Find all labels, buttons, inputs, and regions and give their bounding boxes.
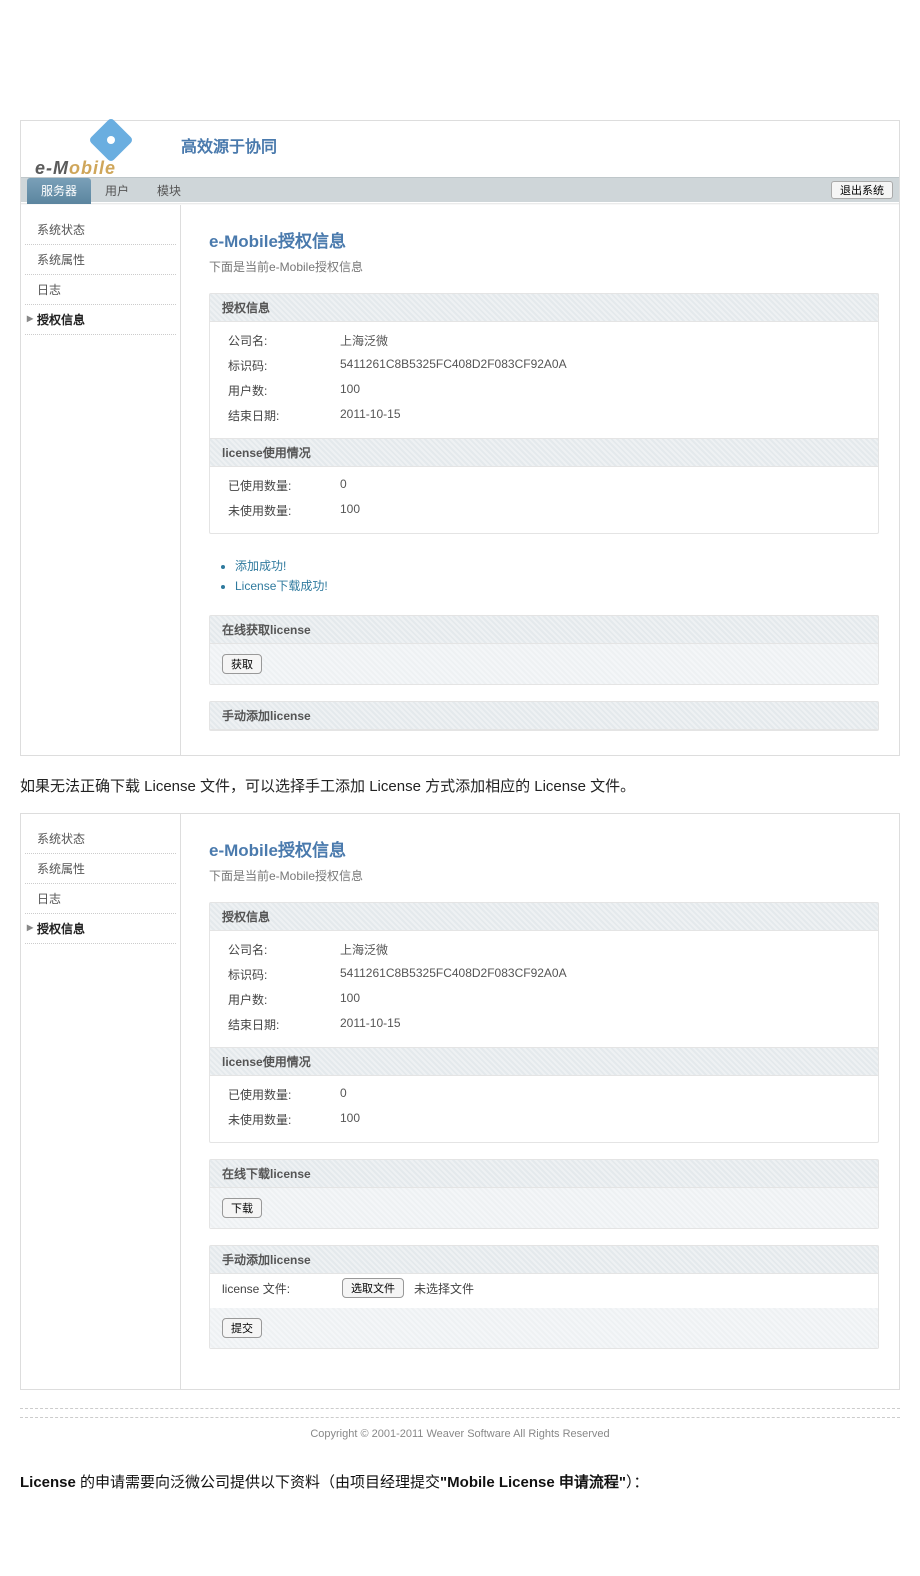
- unused-value-2: 100: [340, 1111, 360, 1128]
- sidebar-item-license-2[interactable]: 授权信息: [25, 914, 176, 944]
- get-button[interactable]: 获取: [222, 654, 262, 674]
- sidebar: 系统状态 系统属性 日志 授权信息: [21, 205, 181, 755]
- manual-add-panel-1: 手动添加license: [209, 701, 879, 731]
- sidebar-item-status[interactable]: 系统状态: [25, 215, 176, 245]
- submit-button[interactable]: 提交: [222, 1318, 262, 1338]
- section-head-license: 授权信息: [210, 294, 878, 322]
- license-info-panel-2: 授权信息 公司名:上海泛微 标识码:5411261C8B5325FC408D2F…: [209, 902, 879, 1143]
- idcode-value: 5411261C8B5325FC408D2F083CF92A0A: [340, 357, 567, 374]
- footer-copyright: Copyright © 2001-2011 Weaver Software Al…: [20, 1417, 900, 1450]
- page-subtitle: 下面是当前e-Mobile授权信息: [209, 258, 879, 275]
- tagline: 高效源于协同: [181, 133, 277, 157]
- sidebar-item-log[interactable]: 日志: [25, 275, 176, 305]
- users-label-2: 用户数:: [210, 991, 340, 1008]
- app-header: e-Mobile 高效源于协同: [21, 121, 899, 177]
- company-value-2: 上海泛微: [340, 941, 388, 958]
- manual-add-panel-2: 手动添加license license 文件: 选取文件 未选择文件 提交: [209, 1245, 879, 1349]
- used-label-2: 已使用数量:: [210, 1086, 340, 1103]
- section-head-usage-2: license使用情况: [210, 1047, 878, 1076]
- tab-module[interactable]: 模块: [143, 178, 195, 204]
- tab-user[interactable]: 用户: [91, 178, 143, 204]
- page-title-2: e-Mobile授权信息: [209, 836, 879, 861]
- company-label-2: 公司名:: [210, 941, 340, 958]
- logo: e-Mobile: [35, 124, 127, 179]
- top-tabs: 服务器 用户 模块 退出系统: [21, 177, 899, 203]
- unused-label-2: 未使用数量:: [210, 1111, 340, 1128]
- doc-paragraph-1: 如果无法正确下载 License 文件，可以选择手工添加 License 方式添…: [20, 774, 900, 800]
- app-screenshot-2: 系统状态 系统属性 日志 授权信息 e-Mobile授权信息 下面是当前e-Mo…: [20, 813, 900, 1390]
- logout-button[interactable]: 退出系统: [831, 181, 893, 199]
- unused-value: 100: [340, 502, 360, 519]
- section-head-license-2: 授权信息: [210, 903, 878, 931]
- sidebar-item-props-2[interactable]: 系统属性: [25, 854, 176, 884]
- enddate-value: 2011-10-15: [340, 407, 401, 424]
- used-value: 0: [340, 477, 347, 494]
- used-value-2: 0: [340, 1086, 347, 1103]
- logo-text-prefix: e-M: [35, 158, 69, 178]
- users-value-2: 100: [340, 991, 360, 1008]
- company-label: 公司名:: [210, 332, 340, 349]
- users-label: 用户数:: [210, 382, 340, 399]
- status-messages: 添加成功! License下载成功!: [209, 550, 879, 607]
- content-area-2: e-Mobile授权信息 下面是当前e-Mobile授权信息 授权信息 公司名:…: [181, 814, 899, 1389]
- manual-add-head-2: 手动添加license: [210, 1246, 878, 1274]
- sidebar-item-status-2[interactable]: 系统状态: [25, 824, 176, 854]
- status-msg-1: 添加成功!: [235, 556, 875, 576]
- download-button[interactable]: 下载: [222, 1198, 262, 1218]
- used-label: 已使用数量:: [210, 477, 340, 494]
- company-value: 上海泛微: [340, 332, 388, 349]
- unused-label: 未使用数量:: [210, 502, 340, 519]
- enddate-value-2: 2011-10-15: [340, 1016, 401, 1033]
- enddate-label: 结束日期:: [210, 407, 340, 424]
- choose-file-button[interactable]: 选取文件: [342, 1278, 404, 1298]
- status-msg-2: License下载成功!: [235, 576, 875, 596]
- tab-server[interactable]: 服务器: [27, 178, 91, 204]
- online-get-head: 在线获取license: [210, 616, 878, 644]
- sidebar-2: 系统状态 系统属性 日志 授权信息: [21, 814, 181, 1389]
- file-label: license 文件:: [222, 1280, 332, 1297]
- sidebar-item-props[interactable]: 系统属性: [25, 245, 176, 275]
- doc-paragraph-2: License 的申请需要向泛微公司提供以下资料（由项目经理提交"Mobile …: [20, 1470, 900, 1496]
- users-value: 100: [340, 382, 360, 399]
- online-download-panel: 在线下载license 下载: [209, 1159, 879, 1229]
- logo-icon: [88, 117, 133, 162]
- idcode-value-2: 5411261C8B5325FC408D2F083CF92A0A: [340, 966, 567, 983]
- app-screenshot-1: e-Mobile 高效源于协同 服务器 用户 模块 退出系统 系统状态 系统属性…: [20, 120, 900, 756]
- online-download-head: 在线下载license: [210, 1160, 878, 1188]
- page-title: e-Mobile授权信息: [209, 227, 879, 252]
- online-get-panel: 在线获取license 获取: [209, 615, 879, 685]
- page-subtitle-2: 下面是当前e-Mobile授权信息: [209, 867, 879, 884]
- enddate-label-2: 结束日期:: [210, 1016, 340, 1033]
- idcode-label-2: 标识码:: [210, 966, 340, 983]
- section-head-usage: license使用情况: [210, 438, 878, 467]
- no-file-text: 未选择文件: [414, 1280, 474, 1297]
- sidebar-item-license[interactable]: 授权信息: [25, 305, 176, 335]
- manual-add-head-1: 手动添加license: [210, 702, 878, 730]
- content-area: e-Mobile授权信息 下面是当前e-Mobile授权信息 授权信息 公司名:…: [181, 205, 899, 755]
- idcode-label: 标识码:: [210, 357, 340, 374]
- license-info-panel: 授权信息 公司名:上海泛微 标识码:5411261C8B5325FC408D2F…: [209, 293, 879, 534]
- sidebar-item-log-2[interactable]: 日志: [25, 884, 176, 914]
